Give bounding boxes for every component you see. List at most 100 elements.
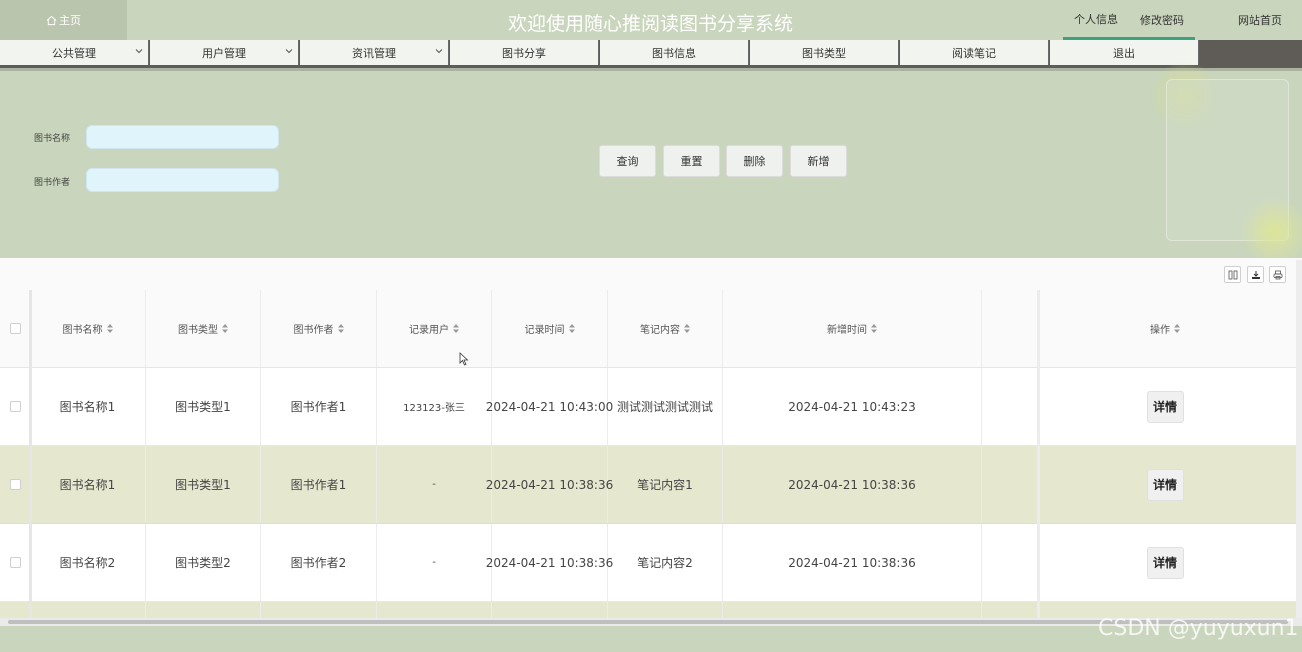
chevron-down-icon (435, 49, 443, 54)
fixed-column-edge (29, 290, 32, 618)
header-spacer (982, 290, 1038, 367)
nav-label: 公共管理 (52, 46, 96, 60)
header-note-content[interactable]: 笔记内容 (608, 290, 723, 367)
row-checkbox[interactable] (9, 479, 21, 490)
nav-user-management[interactable]: 用户管理 (150, 40, 299, 65)
home-tab[interactable]: 主页 (0, 0, 127, 40)
cell-record-user: 123123-张三 (377, 368, 492, 445)
nav-label: 图书信息 (652, 46, 696, 60)
row-select-cell (0, 524, 30, 601)
change-password-link[interactable]: 修改密码 (1131, 0, 1193, 40)
table-header-row: 图书名称 图书类型 图书作者 记录用户 记录时间 笔记内容 新增时间 操作 (0, 290, 1302, 368)
header-label: 新增时间 (827, 325, 867, 336)
sort-icon (222, 324, 228, 333)
header-book-author[interactable]: 图书作者 (261, 290, 377, 367)
table-row[interactable]: 图书名称1 图书类型1 图书作者1 123123-张三 2024-04-21 1… (0, 368, 1302, 446)
sort-icon (453, 324, 459, 333)
nav-label: 退出 (1113, 46, 1135, 60)
header-label: 图书类型 (178, 325, 218, 336)
print-icon[interactable] (1269, 266, 1286, 283)
header-created-time[interactable]: 新增时间 (723, 290, 982, 367)
detail-button[interactable]: 详情 (1146, 390, 1184, 423)
profile-link[interactable]: 个人信息 (1063, 0, 1129, 40)
row-checkbox[interactable] (9, 401, 21, 412)
reset-button[interactable]: 重置 (663, 145, 720, 177)
cell-spacer (982, 446, 1038, 523)
row-checkbox[interactable] (9, 557, 21, 568)
cell-note-content: 测试测试测试测试 (608, 368, 723, 445)
cell-record-user: - (377, 524, 492, 601)
cell-spacer (982, 524, 1038, 601)
cell-divider (146, 602, 261, 618)
table-row[interactable]: 图书名称1 图书类型1 图书作者1 - 2024-04-21 10:38:36 … (0, 446, 1302, 524)
query-button[interactable]: 查询 (599, 145, 656, 177)
home-tab-label: 主页 (59, 14, 81, 27)
row-select-cell (0, 446, 30, 523)
header-label: 记录用户 (409, 325, 449, 336)
scrollbar-thumb[interactable] (8, 620, 1288, 624)
cell-actions: 详情 (1040, 524, 1290, 601)
nav-label: 图书类型 (802, 46, 846, 60)
chevron-down-icon (135, 49, 143, 54)
select-all-checkbox[interactable] (9, 323, 21, 334)
home-icon (46, 15, 57, 25)
cell-book-author: 图书作者1 (261, 368, 377, 445)
site-home-link[interactable]: 网站首页 (1228, 0, 1292, 40)
cell-book-author: 图书作者1 (261, 446, 377, 523)
nav-public-management[interactable]: 公共管理 (0, 40, 149, 65)
cell-divider (492, 602, 608, 618)
top-header: 主页 欢迎使用随心推阅读图书分享系统 个人信息 修改密码 网站首页 (0, 0, 1302, 40)
sort-icon (568, 324, 575, 333)
cell-book-type: 图书类型1 (146, 368, 261, 445)
detail-button[interactable]: 详情 (1146, 468, 1184, 501)
cell-record-time: 2024-04-21 10:43:00 (486, 368, 613, 445)
cell-book-type: 图书类型1 (146, 446, 261, 523)
cell-note-content: 笔记内容2 (608, 524, 723, 601)
header-book-name[interactable]: 图书名称 (30, 290, 146, 367)
book-author-input[interactable] (86, 168, 279, 192)
row-select-cell (0, 368, 30, 445)
cell-created-time: 2024-04-21 10:43:23 (723, 368, 982, 445)
cell-book-name: 图书名称1 (30, 446, 146, 523)
book-name-label: 图书名称 (34, 134, 71, 144)
book-author-label: 图书作者 (34, 178, 71, 188)
nav-book-share[interactable]: 图书分享 (450, 40, 599, 65)
header-actions[interactable]: 操作 (1040, 290, 1290, 367)
nav-label: 用户管理 (202, 46, 246, 60)
nav-news-management[interactable]: 资讯管理 (300, 40, 449, 65)
cell-record-user: - (377, 446, 492, 523)
vertical-scrollbar[interactable] (1296, 260, 1302, 618)
nav-label: 资讯管理 (352, 46, 396, 60)
site-title: 欢迎使用随心推阅读图书分享系统 (508, 13, 794, 35)
data-table: 图书名称 图书类型 图书作者 记录用户 记录时间 笔记内容 新增时间 操作 图书… (0, 258, 1302, 618)
header-book-type[interactable]: 图书类型 (146, 290, 261, 367)
sort-icon (684, 324, 690, 333)
detail-button[interactable]: 详情 (1146, 546, 1184, 579)
mouse-cursor-icon (459, 352, 469, 366)
search-panel: 图书名称 图书作者 查询 重置 删除 新增 (0, 61, 1302, 267)
book-name-input[interactable] (86, 125, 279, 149)
sort-icon (337, 324, 344, 333)
nav-book-info[interactable]: 图书信息 (600, 40, 749, 65)
nav-reading-notes[interactable]: 阅读笔记 (900, 40, 1049, 65)
columns-icon[interactable] (1224, 266, 1241, 283)
nav-label: 图书分享 (502, 46, 546, 60)
nav-book-type[interactable]: 图书类型 (750, 40, 899, 65)
table-row[interactable]: 图书名称2 图书类型2 图书作者2 - 2024-04-21 10:38:36 … (0, 524, 1302, 602)
header-record-time[interactable]: 记录时间 (492, 290, 608, 367)
main-nav: 公共管理 用户管理 资讯管理 图书分享 图书信息 图书类型 阅读笔记 退出 (0, 40, 1302, 68)
header-record-user[interactable]: 记录用户 (377, 290, 492, 367)
cell-divider (608, 602, 723, 618)
cell-spacer (982, 368, 1038, 445)
cell-divider (377, 602, 492, 618)
cell-actions: 详情 (1040, 368, 1290, 445)
export-icon[interactable] (1247, 266, 1264, 283)
watermark: CSDN @yuyuxun1 (1098, 616, 1299, 641)
cell-divider (723, 602, 982, 618)
cell-created-time: 2024-04-21 10:38:36 (723, 446, 982, 523)
add-button[interactable]: 新增 (790, 145, 847, 177)
delete-button[interactable]: 删除 (726, 145, 783, 177)
sort-icon (1174, 324, 1180, 333)
cell-created-time: 2024-04-21 10:38:36 (723, 524, 982, 601)
cell-note-content: 笔记内容1 (608, 446, 723, 523)
